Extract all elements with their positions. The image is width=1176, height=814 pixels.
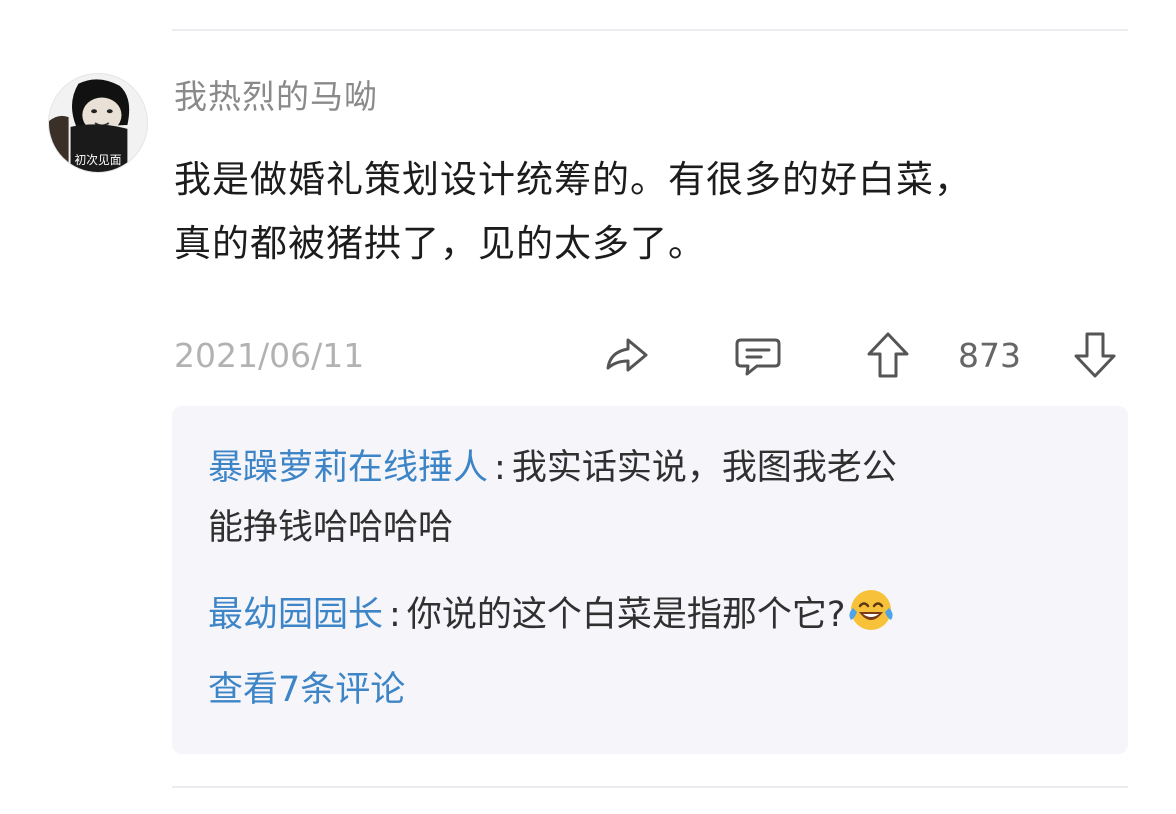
avatar-caption: 初次见面 <box>75 153 122 167</box>
reply-separator: : <box>494 448 506 488</box>
comment-line-1: 我是做婚礼策划设计统筹的。有很多的好白菜， <box>174 158 972 201</box>
reply-author[interactable]: 最幼园园长 <box>208 595 383 635</box>
top-divider <box>172 29 1128 31</box>
comment-button[interactable] <box>731 328 785 382</box>
reply-item[interactable]: 最幼园园长: 你说的这个白菜是指那个它? <box>208 584 1108 645</box>
upvote-button[interactable] <box>861 328 915 382</box>
avatar[interactable]: 初次见面 <box>48 73 148 173</box>
reply-text: 你说的这个白菜是指那个它? <box>406 595 846 635</box>
username[interactable]: 我热烈的马呦 <box>174 74 378 120</box>
reply-author[interactable]: 暴躁萝莉在线捶人 <box>208 448 488 488</box>
comment-icon <box>735 338 781 376</box>
upvote-icon <box>867 332 909 378</box>
share-button[interactable] <box>600 328 654 382</box>
reply-text-line-1: 我实话实说，我图我老公 <box>511 448 897 488</box>
vote-count: 873 <box>958 336 1021 375</box>
comment-line-2: 真的都被猪拱了，见的太多了。 <box>174 222 706 265</box>
view-all-replies-link[interactable]: 查看7条评论 <box>208 660 405 720</box>
reply-item[interactable]: 暴躁萝莉在线捶人: 我实话实说，我图我老公 能挣钱哈哈哈哈 <box>208 438 1108 558</box>
bottom-divider <box>172 786 1128 788</box>
downvote-icon <box>1074 332 1116 378</box>
avatar-meme-image: 初次见面 <box>49 74 147 172</box>
tears-of-joy-emoji-icon <box>845 584 897 636</box>
replies-panel: 暴躁萝莉在线捶人: 我实话实说，我图我老公 能挣钱哈哈哈哈 最幼园园长: 你说的这个… <box>172 406 1128 754</box>
share-icon <box>606 338 648 372</box>
comment-content: 我是做婚礼策划设计统筹的。有很多的好白菜， 真的都被猪拱了，见的太多了。 <box>174 148 1134 276</box>
downvote-button[interactable] <box>1068 328 1122 382</box>
reply-separator: : <box>389 595 401 635</box>
post-date: 2021/06/11 <box>174 336 365 375</box>
reply-text-line-2: 能挣钱哈哈哈哈 <box>208 508 454 548</box>
